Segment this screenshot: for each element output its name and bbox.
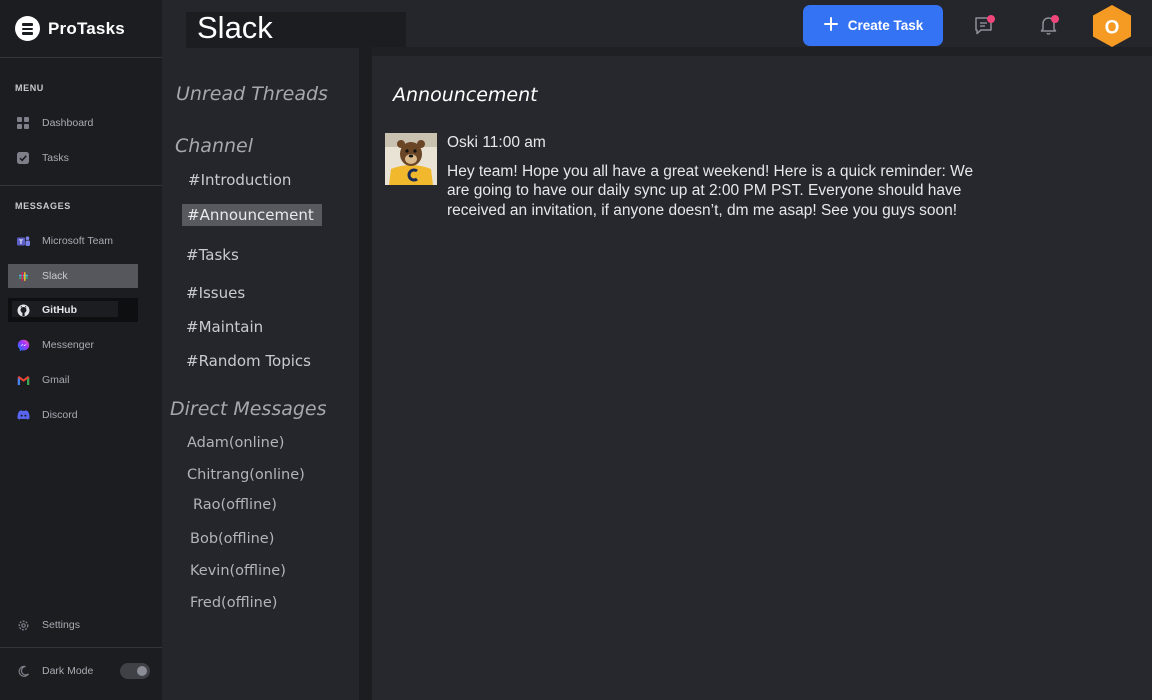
unread-threads-link[interactable]: Unread Threads — [176, 83, 328, 105]
sidebar-item-label: Settings — [42, 619, 80, 631]
messenger-icon — [16, 338, 30, 352]
notification-dot — [1051, 15, 1059, 23]
channel-announcement[interactable]: #Announcement — [182, 204, 322, 226]
sidebar-item-gmail[interactable]: Gmail — [8, 368, 138, 392]
create-task-button[interactable]: Create Task — [803, 5, 943, 46]
plus-icon — [823, 16, 839, 35]
bell-icon — [1036, 17, 1062, 42]
channel-heading: Channel — [175, 135, 254, 157]
sidebar-item-label: Gmail — [42, 374, 70, 386]
direct-messages-heading: Direct Messages — [170, 398, 327, 420]
dark-mode-label: Dark Mode — [42, 665, 94, 677]
protasks-logo-icon — [15, 16, 40, 41]
svg-text:T: T — [19, 239, 23, 246]
channel-tasks[interactable]: #Tasks — [186, 246, 239, 264]
channel-issues[interactable]: #Issues — [186, 284, 245, 302]
create-task-label: Create Task — [847, 18, 924, 33]
moon-icon — [16, 664, 30, 678]
tasks-checkbox-icon — [16, 151, 30, 165]
thread-panel — [372, 56, 1152, 700]
dashboard-icon — [16, 116, 30, 130]
sidebar-item-label: GitHub — [42, 304, 77, 316]
github-icon — [16, 303, 30, 317]
dm-fred[interactable]: Fred(offline) — [190, 595, 277, 611]
sidebar-item-label: Microsoft Team — [42, 235, 113, 247]
divider — [0, 647, 162, 648]
message-author-avatar[interactable] — [385, 133, 437, 185]
dm-adam[interactable]: Adam(online) — [187, 435, 284, 451]
discord-icon — [16, 408, 30, 422]
sidebar-item-discord[interactable]: Discord — [8, 403, 138, 427]
brand[interactable]: ProTasks — [15, 16, 125, 41]
dm-bob[interactable]: Bob(offline) — [190, 531, 274, 547]
avatar-initial: O — [1105, 18, 1120, 39]
sidebar-item-label: Slack — [42, 270, 68, 282]
panel-divider — [359, 48, 372, 700]
messages-button[interactable] — [972, 12, 998, 38]
slack-icon — [16, 269, 30, 283]
chat-icon — [972, 17, 998, 42]
sidebar-item-label: Tasks — [42, 152, 69, 164]
gmail-icon — [16, 373, 30, 387]
messages-section-title: MESSAGES — [15, 201, 71, 211]
dm-rao[interactable]: Rao(offline) — [193, 497, 277, 513]
dm-chitrang[interactable]: Chitrang(online) — [187, 467, 305, 483]
notification-dot — [987, 15, 995, 23]
message-author[interactable]: Oski — [447, 134, 478, 151]
dark-mode-row: Dark Mode — [8, 659, 113, 683]
user-avatar[interactable]: O — [1090, 4, 1134, 48]
notifications-button[interactable] — [1036, 12, 1062, 38]
topbar-divider — [372, 47, 1152, 56]
channel-random-topics[interactable]: #Random Topics — [186, 352, 311, 370]
sidebar-item-microsoft-team[interactable]: T Microsoft Team — [8, 229, 138, 253]
sidebar-item-messenger[interactable]: Messenger — [8, 333, 138, 357]
brand-name: ProTasks — [48, 18, 125, 38]
microsoft-teams-icon: T — [16, 234, 30, 248]
sidebar-item-tasks[interactable]: Tasks — [8, 146, 138, 170]
toggle-knob — [137, 666, 147, 676]
divider — [0, 57, 162, 58]
message-header: Oski 11:00 am — [447, 134, 546, 152]
sidebar-item-label: Discord — [42, 409, 78, 421]
dm-kevin[interactable]: Kevin(offline) — [190, 563, 286, 579]
message-time: 11:00 am — [482, 134, 546, 151]
message-text: Hey team! Hope you all have a great week… — [447, 163, 974, 219]
sidebar-item-label: Dashboard — [42, 117, 94, 129]
thread-title: Announcement — [393, 84, 538, 106]
gear-icon — [16, 618, 30, 632]
dark-mode-toggle[interactable] — [120, 663, 150, 679]
divider — [0, 185, 162, 186]
channel-maintain[interactable]: #Maintain — [186, 318, 263, 336]
app-sidebar: ProTasks MENU Dashboard Tasks MESSAGES T… — [0, 0, 162, 700]
sidebar-item-slack[interactable]: Slack — [8, 264, 138, 288]
sidebar-item-dashboard[interactable]: Dashboard — [8, 111, 138, 135]
page-title: Slack — [197, 10, 273, 45]
channel-introduction[interactable]: #Introduction — [188, 171, 291, 189]
menu-section-title: MENU — [15, 83, 44, 93]
sidebar-item-settings[interactable]: Settings — [8, 613, 138, 637]
sidebar-item-label: Messenger — [42, 339, 94, 351]
sidebar-item-github[interactable]: GitHub — [8, 298, 138, 322]
